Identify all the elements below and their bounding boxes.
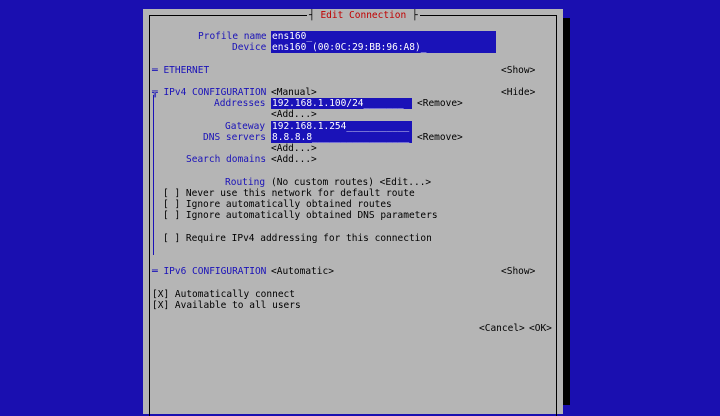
ipv4-hide-button[interactable]: <Hide> [501,87,535,98]
ignore-routes-checkbox[interactable]: [ ] Ignore automatically obtained routes [163,199,392,210]
dns-server-input[interactable]: 8.8.8.8_________________ [271,132,412,143]
ethernet-show-button[interactable]: <Show> [501,65,535,76]
search-domains-label: Search domains [186,154,267,165]
device-label: Device [232,42,267,53]
profile-name-label: Profile name [198,31,267,42]
dns-remove-button[interactable]: <Remove> [417,132,463,143]
ipv6-section-header[interactable]: ═ IPv6 CONFIGURATION [152,266,266,277]
ethernet-section-header[interactable]: ═ ETHERNET [152,65,209,76]
ipv6-show-button[interactable]: <Show> [501,266,535,277]
require-ipv4-checkbox[interactable]: [ ] Require IPv4 addressing for this con… [163,233,432,244]
ignore-dns-checkbox[interactable]: [ ] Ignore automatically obtained DNS pa… [163,210,438,221]
cancel-button[interactable]: <Cancel> [479,323,525,334]
ipv4-mode-select[interactable]: <Manual> [271,87,317,98]
addresses-label: Addresses [214,98,266,109]
profile-name-input[interactable]: ens160_ [271,31,496,42]
gateway-input[interactable]: 192.168.1.254___________ [271,121,412,132]
dialog-title-text: Edit Connection [320,10,407,21]
never-default-route-checkbox[interactable]: [ ] Never use this network for default r… [163,188,415,199]
auto-connect-checkbox[interactable]: [X] Automatically connect [152,289,295,300]
dns-add-button[interactable]: <Add...> [271,143,317,154]
ok-button[interactable]: <OK> [529,323,552,334]
dialog-shadow [563,18,570,405]
dns-servers-label: DNS servers [203,132,266,143]
all-users-checkbox[interactable]: [X] Available to all users [152,300,301,311]
address-remove-button[interactable]: <Remove> [417,98,463,109]
routing-edit-button[interactable]: (No custom routes) <Edit...> [271,177,431,188]
address-input[interactable]: 192.168.1.100/24_______ [271,98,412,109]
dialog-title: ┤ Edit Connection ├ [307,10,420,21]
edit-connection-dialog: ┤ Edit Connection ├ Profile name ens160_… [143,9,563,416]
search-domains-add-button[interactable]: <Add...> [271,154,317,165]
device-input[interactable]: ens160 (00:0C:29:BB:96:A8)_ [271,42,496,53]
ipv4-section-bar [153,95,154,255]
ipv4-section-header[interactable]: ╦ IPv4 CONFIGURATION [152,87,266,98]
gateway-label: Gateway [225,121,266,132]
address-add-button[interactable]: <Add...> [271,109,317,120]
ipv6-mode-select[interactable]: <Automatic> [271,266,334,277]
routing-label: Routing [225,177,266,188]
